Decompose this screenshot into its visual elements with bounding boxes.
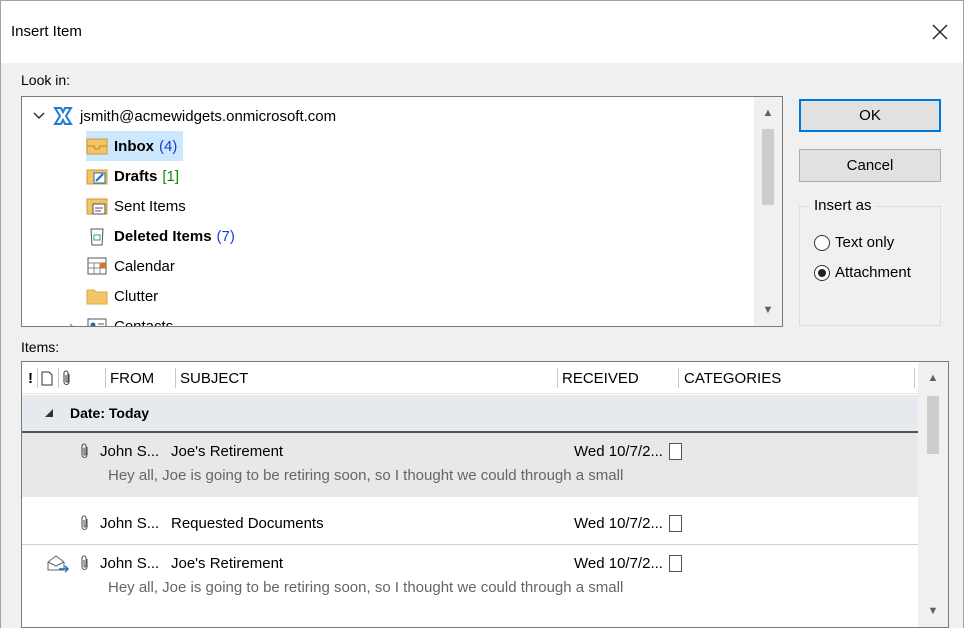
scroll-down-icon[interactable]: ▼ [754, 298, 782, 322]
forwarded-mail-icon [47, 555, 70, 573]
column-divider [557, 368, 558, 388]
folder-label: Clutter [114, 287, 159, 305]
scroll-down-icon[interactable]: ▼ [918, 599, 948, 623]
tree-account-row[interactable]: jsmith@acmewidgets.onmicrosoft.com [32, 101, 336, 131]
column-received[interactable]: RECEIVED [562, 362, 639, 394]
folder-label: Contacts [114, 317, 174, 327]
paperclip-icon [81, 443, 88, 459]
scroll-thumb[interactable] [927, 396, 939, 454]
folder-label: Calendar [114, 257, 175, 275]
mail-received: Wed 10/7/2... [574, 442, 663, 460]
unread-count: (7) [216, 227, 235, 245]
folder-label: Drafts [114, 167, 158, 185]
inbox-icon [86, 135, 108, 157]
column-divider [58, 368, 59, 388]
radio-label: Text only [835, 234, 895, 251]
column-divider [175, 368, 176, 388]
draft-count: [1] [162, 167, 180, 185]
cancel-button[interactable]: Cancel [799, 149, 941, 182]
drafts-icon [86, 165, 108, 187]
column-divider [37, 368, 38, 388]
mail-subject: Joe's Retirement [171, 442, 284, 460]
radio-attachment[interactable]: Attachment [814, 264, 911, 281]
title-bar: Insert Item [1, 1, 963, 63]
tree-item-sent-items[interactable]: Sent Items [86, 191, 186, 221]
document-icon[interactable] [41, 362, 53, 394]
column-divider [914, 368, 915, 388]
category-box[interactable] [668, 514, 682, 532]
tree-item-deleted-items[interactable]: Deleted Items (7) [86, 221, 235, 251]
sent-items-icon [86, 195, 108, 217]
mail-subject: Requested Documents [171, 514, 324, 532]
date-group-header[interactable]: Date: Today [22, 395, 920, 431]
tree-scrollbar[interactable]: ▲ ▼ [754, 97, 782, 326]
category-box[interactable] [668, 442, 682, 460]
column-categories[interactable]: CATEGORIES [684, 362, 781, 394]
trash-icon [86, 225, 108, 247]
radio-button[interactable] [814, 234, 830, 251]
column-header: ! FROM SUBJECT RECEIVED CATEGORIES [22, 362, 920, 394]
folder-tree[interactable]: jsmith@acmewidgets.onmicrosoft.com Inbox… [21, 96, 783, 327]
insert-as-title: Insert as [810, 197, 876, 214]
collapse-triangle-icon[interactable] [44, 408, 54, 418]
folder-label: Deleted Items [114, 227, 212, 245]
chevron-right-icon[interactable] [66, 319, 80, 327]
tree-item-inbox[interactable]: Inbox (4) [86, 131, 184, 161]
column-importance[interactable]: ! [28, 362, 33, 394]
mail-preview: Hey all, Joe is going to be retiring soo… [108, 579, 624, 596]
mail-subject: Joe's Retirement [171, 554, 284, 572]
radio-label: Attachment [835, 264, 911, 281]
scroll-up-icon[interactable]: ▲ [754, 101, 782, 125]
items-label: Items: [21, 339, 60, 355]
paperclip-icon[interactable] [62, 362, 72, 394]
column-divider [105, 368, 106, 388]
tree-item-clutter[interactable]: Clutter [86, 281, 158, 311]
contacts-icon [86, 315, 108, 326]
insert-as-group: Insert as Text only Attachment [799, 197, 941, 326]
folder-icon [86, 285, 108, 307]
items-list[interactable]: ! FROM SUBJECT RECEIVED CATEGORIES Date:… [21, 361, 949, 628]
mail-row[interactable]: John S... Joe's Retirement Wed 10/7/2...… [22, 545, 920, 609]
mail-from: John S... [100, 554, 160, 572]
look-in-label: Look in: [21, 72, 71, 88]
close-button[interactable] [917, 13, 963, 51]
close-icon [932, 24, 948, 40]
radio-text-only[interactable]: Text only [814, 234, 894, 251]
mail-row-line: John S... Joe's Retirement Wed 10/7/2... [80, 441, 682, 461]
folder-label: Inbox [114, 137, 154, 155]
mail-preview: Hey all, Joe is going to be retiring soo… [108, 467, 624, 484]
tree-item-contacts[interactable]: Contacts [66, 311, 174, 327]
column-from[interactable]: FROM [110, 362, 154, 394]
mail-received: Wed 10/7/2... [574, 554, 663, 572]
paperclip-icon [81, 555, 88, 571]
mail-from: John S... [100, 514, 160, 532]
scroll-thumb[interactable] [762, 129, 774, 205]
mail-row-line: John S... Requested Documents Wed 10/7/2… [80, 513, 682, 533]
ok-button[interactable]: OK [799, 99, 941, 132]
dialog-title: Insert Item [11, 23, 82, 40]
column-divider [678, 368, 679, 388]
items-scrollbar[interactable]: ▲ ▼ [918, 362, 948, 627]
mail-row-line: John S... Joe's Retirement Wed 10/7/2... [46, 553, 682, 573]
paperclip-icon [81, 515, 88, 531]
calendar-icon [86, 255, 108, 277]
mail-from: John S... [100, 442, 160, 460]
radio-button[interactable] [814, 264, 830, 281]
mail-row[interactable]: John S... Joe's Retirement Wed 10/7/2...… [22, 433, 920, 497]
chevron-down-icon[interactable] [32, 109, 46, 123]
mail-row[interactable]: John S... Requested Documents Wed 10/7/2… [22, 505, 920, 543]
mail-received: Wed 10/7/2... [574, 514, 663, 532]
tree-item-drafts[interactable]: Drafts [1] [86, 161, 179, 191]
unread-count: (4) [159, 137, 178, 155]
account-name: jsmith@acmewidgets.onmicrosoft.com [80, 107, 337, 125]
column-subject[interactable]: SUBJECT [180, 362, 248, 394]
insert-item-dialog: Insert Item Look in: jsmith@acmewidgets.… [0, 0, 964, 628]
exchange-icon [52, 105, 74, 127]
category-box[interactable] [668, 554, 682, 572]
scroll-up-icon[interactable]: ▲ [918, 366, 948, 390]
dialog-body: Look in: jsmith@acmewidgets.onmicrosoft.… [1, 63, 963, 628]
group-label: Date: Today [70, 405, 150, 421]
folder-label: Sent Items [114, 197, 186, 215]
tree-item-calendar[interactable]: Calendar [86, 251, 175, 281]
